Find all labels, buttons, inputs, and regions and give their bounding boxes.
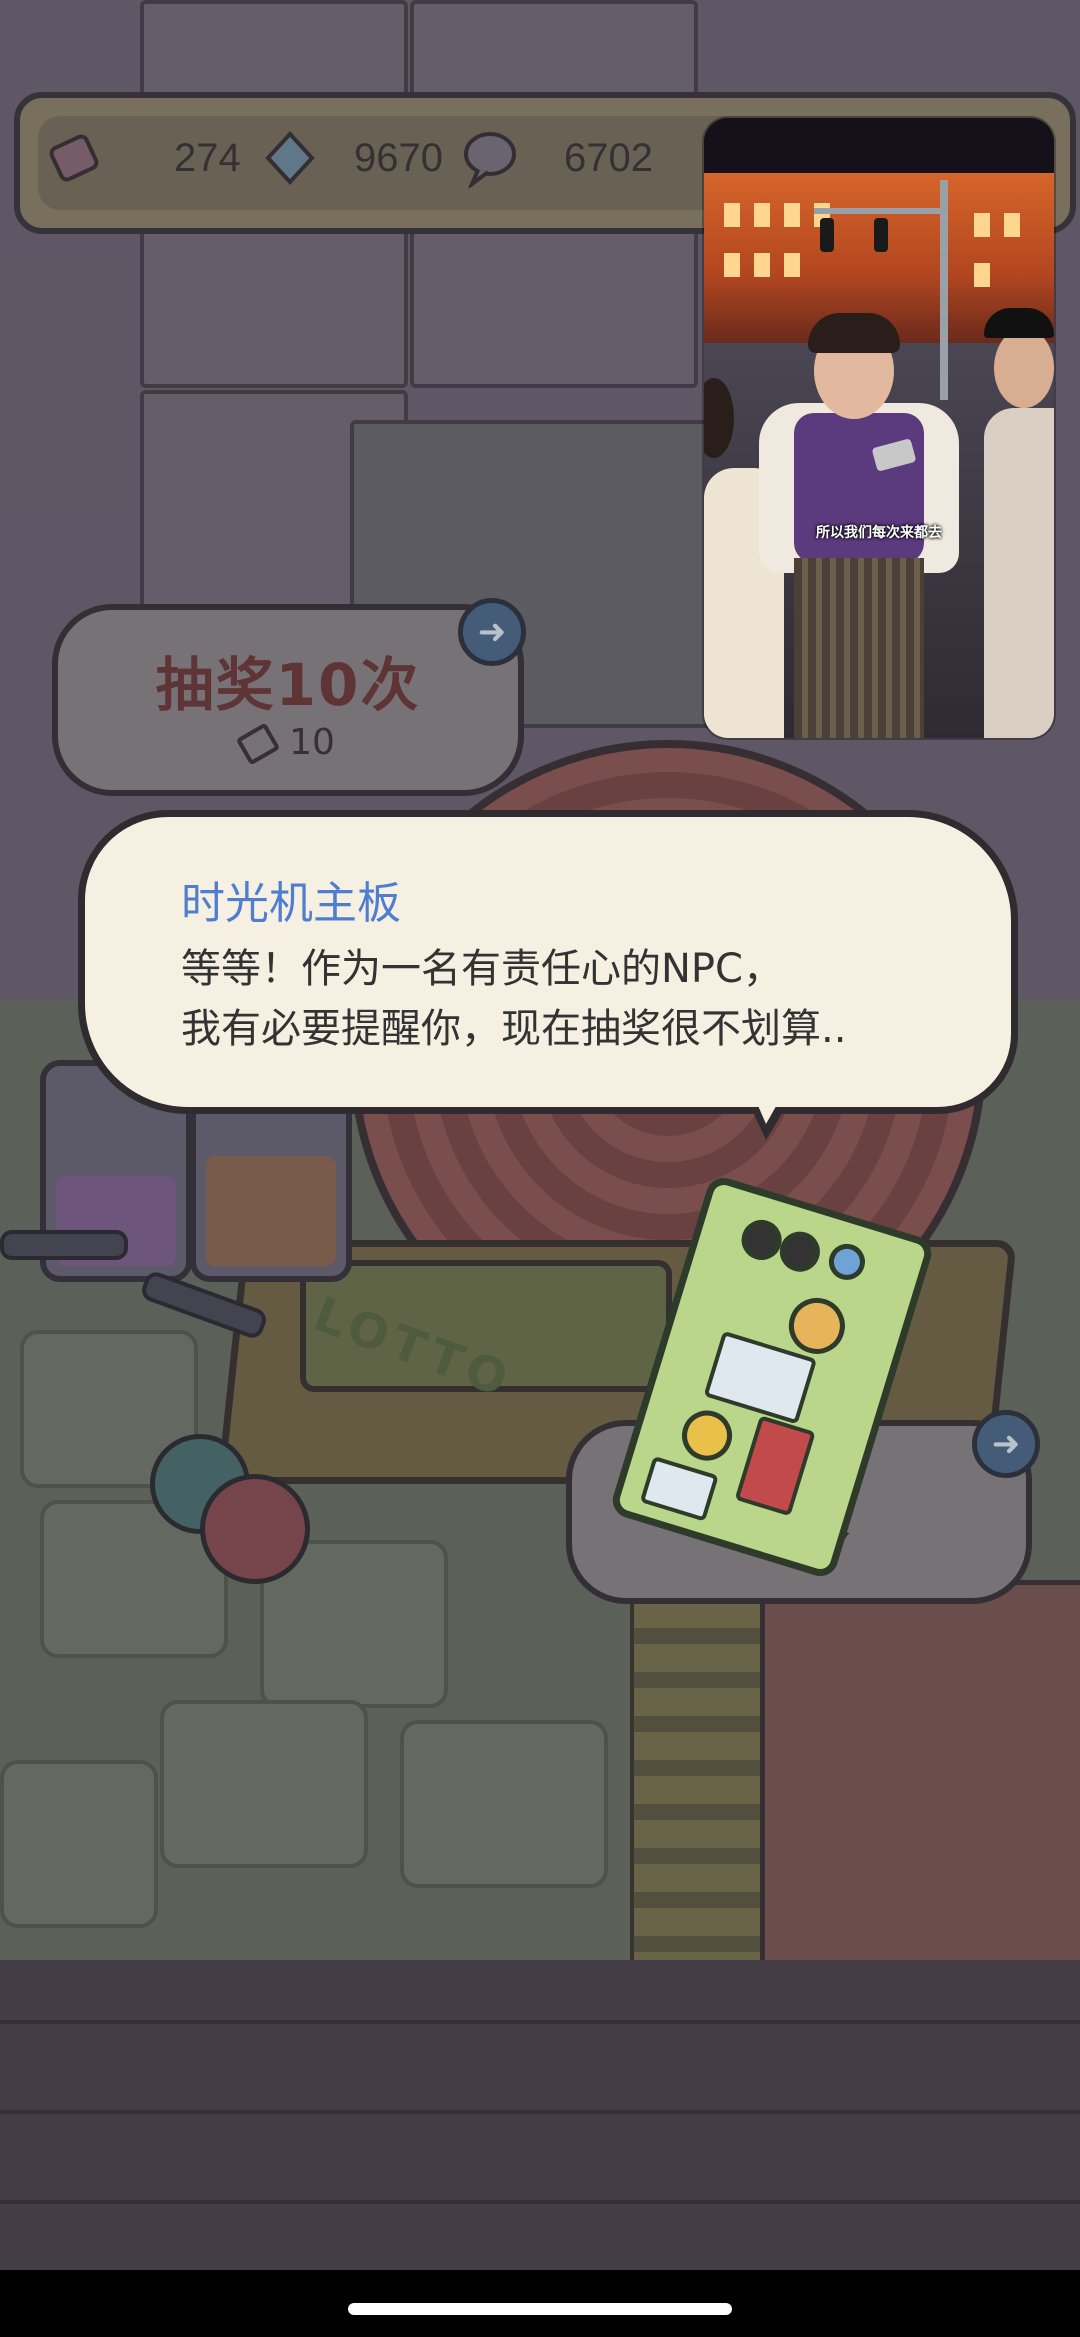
video-window-light — [784, 253, 800, 277]
speech-bubble-tail-inner — [746, 1078, 792, 1124]
video-window-light — [974, 213, 990, 237]
video-window-light — [724, 203, 740, 227]
speech-text: 等等！作为一名有责任心的NPC， 我有必要提醒你，现在抽奖很不划算.. — [181, 939, 961, 1059]
npc-speech-bubble[interactable]: 时光机主板 等等！作为一名有责任心的NPC， 我有必要提醒你，现在抽奖很不划算.… — [78, 810, 1018, 1114]
video-person-center — [744, 303, 974, 738]
home-indicator[interactable] — [348, 2303, 732, 2315]
video-window-light — [754, 203, 770, 227]
video-traffic-light — [820, 218, 834, 252]
video-window-light — [754, 253, 770, 277]
board-component — [824, 1239, 870, 1285]
video-window-light — [784, 203, 800, 227]
video-window-light — [724, 253, 740, 277]
video-window-light — [974, 263, 990, 287]
board-chip — [639, 1455, 719, 1522]
board-component — [675, 1404, 739, 1467]
floating-video-window[interactable]: 所以我们每次来都去 — [704, 118, 1054, 738]
board-component — [774, 1226, 825, 1277]
board-component — [781, 1290, 852, 1361]
speech-line: 等等！作为一名有责任心的NPC， — [181, 946, 783, 992]
video-window-light — [1004, 213, 1020, 237]
video-caption: 所以我们每次来都去 — [816, 525, 942, 541]
video-traffic-arm — [814, 208, 944, 214]
board-component — [736, 1215, 787, 1265]
video-person-right — [984, 288, 1054, 738]
video-sky — [704, 118, 1054, 178]
speech-line: 我有必要提醒你，现在抽奖很不划算.. — [181, 1006, 847, 1052]
speaker-name: 时光机主板 — [181, 878, 401, 929]
video-traffic-light — [874, 218, 888, 252]
board-chip — [734, 1415, 816, 1517]
